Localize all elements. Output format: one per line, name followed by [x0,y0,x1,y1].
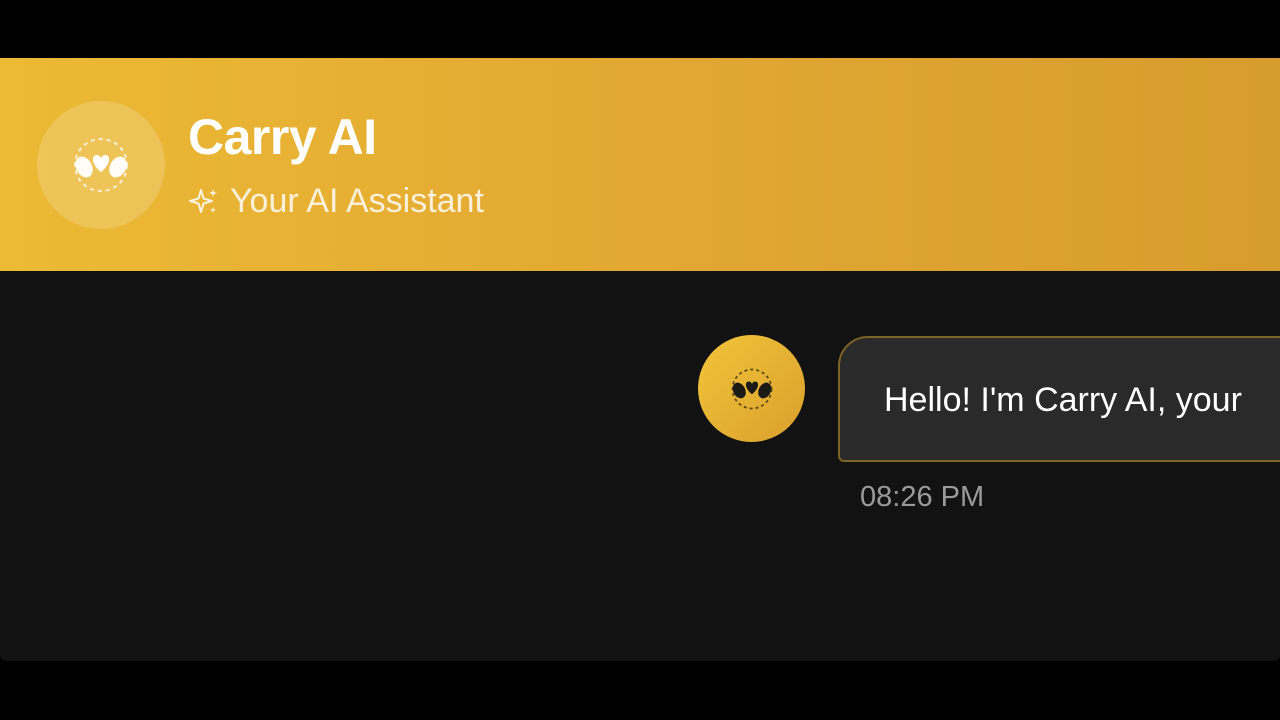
message-bubble: Hello! I'm Carry AI, your [838,336,1280,462]
app-title: Carry AI [188,109,377,165]
app-subtitle: Your AI Assistant [188,182,484,221]
bot-avatar [698,335,805,442]
header-avatar [37,101,165,229]
chat-header: Carry AI Your AI Assistant [0,58,1280,271]
message-list[interactable]: Hello! I'm Carry AI, your 08:26 PM [0,271,1280,661]
message-timestamp: 08:26 PM [860,481,985,513]
subtitle-text: Your AI Assistant [230,182,484,220]
chat-window: Carry AI Your AI Assistant Hello! I'm Ca… [0,58,1280,661]
sparkles-icon [189,188,217,213]
hands-heart-icon [731,368,772,409]
hands-heart-icon [74,138,128,192]
message-text: Hello! I'm Carry AI, your [884,381,1242,419]
screen: Carry AI Your AI Assistant Hello! I'm Ca… [0,0,1280,720]
